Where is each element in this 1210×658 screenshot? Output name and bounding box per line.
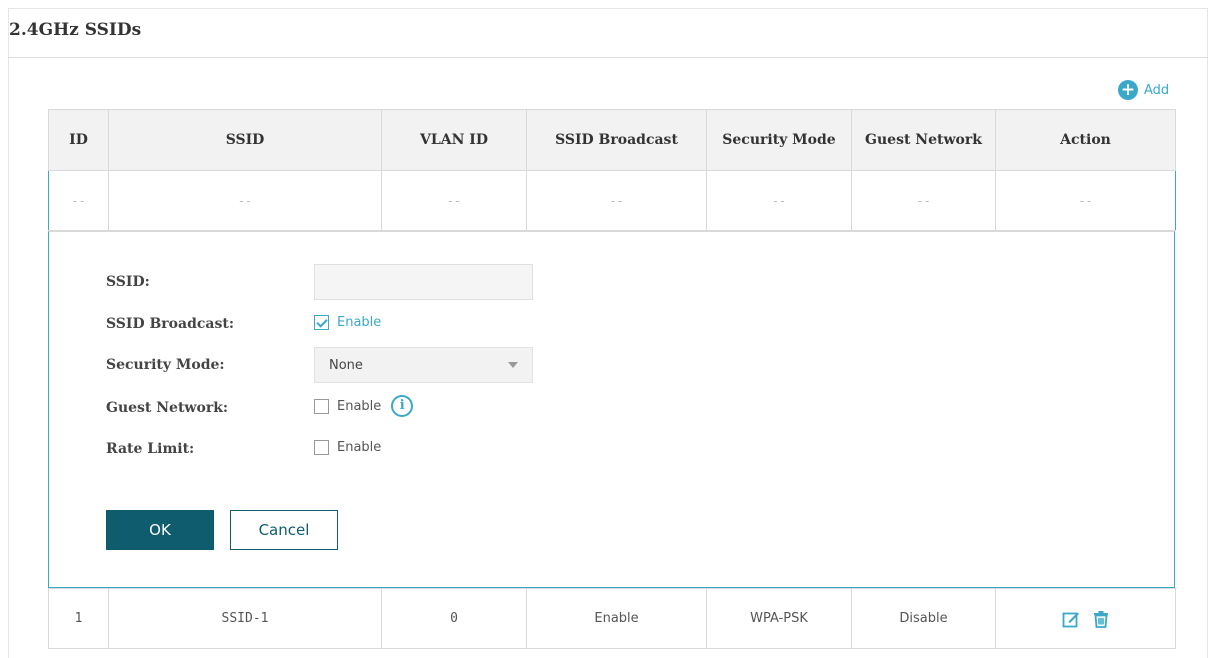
section-title: 2.4GHz SSIDs [9,20,142,40]
ssid-broadcast-checkbox[interactable]: Enable [314,315,381,330]
editing-cell-ssid: -- [108,170,382,231]
edit-icon[interactable] [1062,610,1080,628]
action-icons [996,610,1175,628]
cell-ssid: SSID-1 [108,588,382,649]
ok-button[interactable]: OK [106,510,214,550]
header-action: Action [995,109,1176,171]
editing-cell-security: -- [706,170,852,231]
security-mode-label: Security Mode: [106,357,225,373]
editing-row: -- -- -- -- -- -- -- [48,170,1176,231]
ssid-rows: 1 SSID-1 0 Enable WPA-PSK Disable [48,588,1176,649]
cell-action [995,588,1176,649]
table-row: 1 SSID-1 0 Enable WPA-PSK Disable [48,588,1176,649]
header-vlan-id: VLAN ID [381,109,527,171]
table-header-row: ID SSID VLAN ID SSID Broadcast Security … [48,109,1176,171]
ssid-input[interactable] [314,264,533,300]
header-guest-network: Guest Network [851,109,996,171]
rate-limit-checkbox[interactable]: Enable [314,440,381,455]
security-mode-select[interactable]: None [314,347,533,383]
title-divider [8,57,1208,58]
cell-id: 1 [48,588,109,649]
guest-network-field: Enable i [314,395,414,417]
dropdown-arrow-icon [508,362,518,368]
editing-cell-guest: -- [851,170,996,231]
security-mode-value: None [329,357,363,373]
ssid-table: ID SSID VLAN ID SSID Broadcast Security … [48,109,1176,231]
checkbox-checked-icon [314,315,329,330]
editing-cell-vlan: -- [381,170,527,231]
guest-network-option: Enable [337,398,382,414]
trash-icon[interactable] [1092,610,1110,628]
header-ssid: SSID [108,109,382,171]
info-icon[interactable]: i [391,395,414,417]
rate-limit-option: Enable [337,440,382,455]
plus-circle-icon: + [1118,80,1138,100]
editing-cell-id: -- [48,170,109,231]
editing-cell-broadcast: -- [526,170,707,231]
header-id: ID [48,109,109,171]
add-ssid-button[interactable]: + Add [1118,80,1169,100]
header-ssid-broadcast: SSID Broadcast [526,109,707,171]
cell-vlan-id: 0 [381,588,527,649]
cell-security-mode: WPA-PSK [706,588,852,649]
ssid-edit-form: SSID: SSID Broadcast: Enable Security Mo… [48,231,1175,588]
ssid-label: SSID: [106,274,150,290]
ssid-broadcast-option: Enable [337,315,382,330]
cancel-button[interactable]: Cancel [230,510,338,550]
checkbox-unchecked-icon [314,398,329,414]
guest-network-checkbox[interactable]: Enable [314,398,382,414]
editing-cell-action: -- [995,170,1176,231]
ssid-broadcast-label: SSID Broadcast: [106,316,234,332]
checkbox-unchecked-icon [314,440,329,455]
rate-limit-label: Rate Limit: [106,441,195,457]
header-security-mode: Security Mode [706,109,852,171]
guest-network-label: Guest Network: [106,400,229,416]
cell-ssid-broadcast: Enable [526,588,707,649]
add-label: Add [1144,82,1170,98]
cell-guest-network: Disable [851,588,996,649]
